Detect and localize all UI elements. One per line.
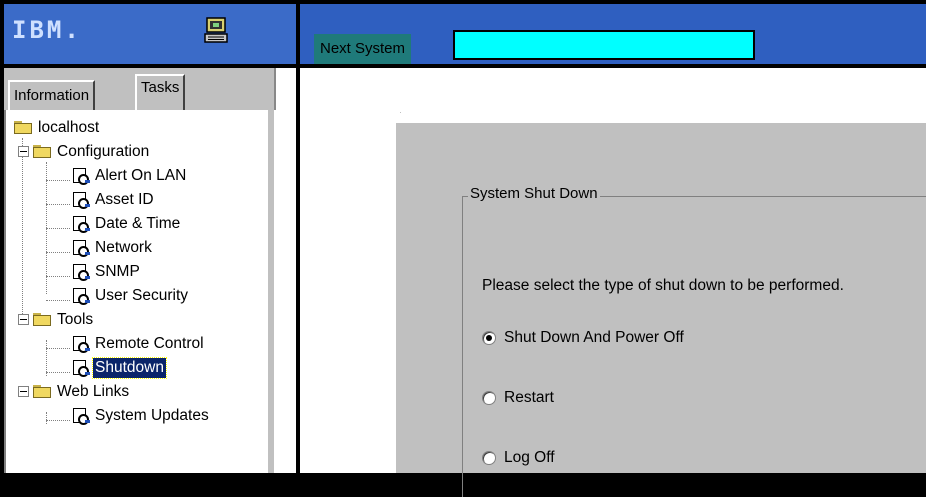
system-header: Next System xyxy=(300,4,926,64)
tree-item-alert-on-lan[interactable]: Alert On LAN xyxy=(72,166,188,190)
radio-label: Shut Down And Power Off xyxy=(504,329,684,346)
tree-item-shutdown[interactable]: Shutdown xyxy=(72,357,167,382)
tree-item-label: SNMP xyxy=(95,263,140,280)
tree-item-label: Remote Control xyxy=(95,335,204,352)
task-icon xyxy=(72,191,90,209)
task-icon xyxy=(72,263,90,281)
tree-item-label: Date & Time xyxy=(95,215,181,232)
brand-header: IBM. xyxy=(4,4,296,64)
tree-item-label: System Updates xyxy=(95,407,209,424)
task-icon xyxy=(72,287,90,305)
task-icon xyxy=(72,167,90,185)
task-icon xyxy=(72,359,90,377)
task-icon xyxy=(72,239,90,257)
radio-label: Restart xyxy=(504,389,554,406)
tree-item-snmp[interactable]: SNMP xyxy=(72,262,142,286)
radio-label: Log Off xyxy=(504,449,555,466)
tree-item-label: User Security xyxy=(95,287,189,304)
panel-divider[interactable] xyxy=(296,4,299,473)
radio-unchecked-icon[interactable] xyxy=(482,450,496,465)
tree-group-configuration[interactable]: Configuration xyxy=(18,142,151,166)
tree-group-label: Web Links xyxy=(57,383,130,400)
navigation-panel: Information Tasks localhost Configuratio… xyxy=(4,68,296,473)
tree-group-label: Tools xyxy=(57,311,94,328)
folder-open-icon xyxy=(14,121,32,135)
shutdown-prompt: Please select the type of shut down to b… xyxy=(482,277,844,294)
tree-item-user-security[interactable]: User Security xyxy=(72,286,190,310)
ibm-logo: IBM. xyxy=(12,16,82,44)
tree-group-web-links[interactable]: Web Links xyxy=(18,382,131,406)
folder-open-icon xyxy=(33,385,51,399)
collapse-icon[interactable] xyxy=(18,386,29,398)
collapse-icon[interactable] xyxy=(18,314,29,326)
folder-open-icon xyxy=(33,145,51,159)
next-system-label: Next System xyxy=(314,34,412,64)
divider-dot xyxy=(400,112,401,113)
tree-item-label-selected: Shutdown xyxy=(92,357,167,379)
tree-item-label: Alert On LAN xyxy=(95,167,187,184)
tree-item-asset-id[interactable]: Asset ID xyxy=(72,190,156,214)
radio-unchecked-icon[interactable] xyxy=(482,390,496,405)
tab-information[interactable]: Information xyxy=(8,80,96,110)
tree-item-date-time[interactable]: Date & Time xyxy=(72,214,182,238)
task-icon xyxy=(72,215,90,233)
tab-tasks[interactable]: Tasks xyxy=(135,74,186,112)
radio-restart[interactable]: Restart xyxy=(482,387,554,409)
task-icon xyxy=(72,407,90,425)
tree-item-remote-control[interactable]: Remote Control xyxy=(72,334,206,358)
tree-root[interactable]: localhost xyxy=(14,118,101,142)
tree-item-network[interactable]: Network xyxy=(72,238,154,262)
collapse-icon[interactable] xyxy=(18,146,29,158)
radio-log-off[interactable]: Log Off xyxy=(482,447,555,469)
tree-root-label: localhost xyxy=(38,119,100,136)
tree-group-label: Configuration xyxy=(57,143,150,160)
computer-icon[interactable] xyxy=(202,16,230,46)
tree-item-label: Asset ID xyxy=(95,191,154,208)
tree-group-tools[interactable]: Tools xyxy=(18,310,95,334)
task-tree: localhost Configuration Alert On LAN Ass… xyxy=(4,110,274,473)
tab-bar: Information Tasks xyxy=(4,68,276,112)
radio-checked-icon[interactable] xyxy=(482,330,496,345)
tree-item-system-updates[interactable]: System Updates xyxy=(72,406,211,430)
radio-shut-down-power-off[interactable]: Shut Down And Power Off xyxy=(482,327,684,349)
tree-item-label: Network xyxy=(95,239,152,256)
next-system-input[interactable] xyxy=(453,30,755,60)
app-frame: IBM. Information Tasks localhost Configu… xyxy=(0,0,926,497)
shutdown-form: System Shut Down Please select the type … xyxy=(396,123,926,497)
task-icon xyxy=(72,335,90,353)
folder-open-icon xyxy=(33,313,51,327)
content-area: System Shut Down Please select the type … xyxy=(300,68,926,497)
group-title: System Shut Down xyxy=(468,185,600,202)
